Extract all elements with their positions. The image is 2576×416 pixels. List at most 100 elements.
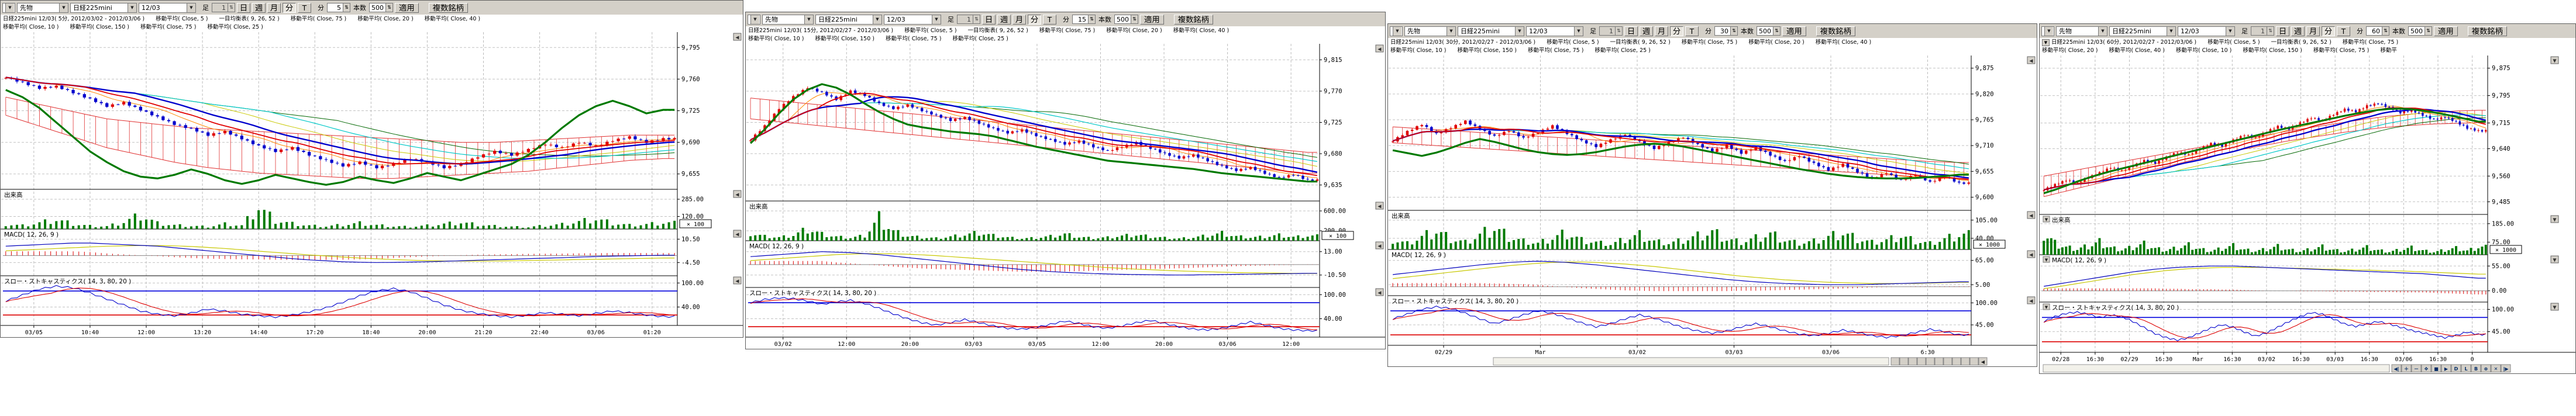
scroll-page-button[interactable] xyxy=(1891,358,1899,365)
period-month-button[interactable]: 月 xyxy=(1013,15,1026,25)
bar-count-stepper[interactable]: 500⇅ xyxy=(2408,26,2432,36)
chart-plot: 02/29Mar03/0203/0303/066:309,8759,8209,7… xyxy=(1388,56,2037,366)
period-day-button[interactable]: 日 xyxy=(2276,26,2289,36)
contract-select[interactable]: 12/03▼ xyxy=(884,15,941,25)
svg-text:20:00: 20:00 xyxy=(901,341,919,348)
svg-text:13.00: 13.00 xyxy=(1324,248,1342,255)
scroll-page-button[interactable] xyxy=(1926,358,1934,365)
period-minute-button[interactable]: 分 xyxy=(1670,26,1683,36)
legend-line-1: 日経225mini 12/03( 15分, 2012/02/27 - 2012/… xyxy=(748,27,1385,35)
svg-text:◀: ◀ xyxy=(2029,58,2033,64)
period-tick-button[interactable]: T xyxy=(1043,15,1056,25)
quick-select-dropdown[interactable]: ▼ xyxy=(748,15,760,25)
period-day-button[interactable]: 日 xyxy=(982,15,996,25)
period-month-button[interactable]: 月 xyxy=(1655,26,1668,36)
chevron-down-icon: ▼ xyxy=(2226,27,2234,36)
svg-text:◀: ◀ xyxy=(735,35,739,40)
collapse-section-icon[interactable]: ▼ xyxy=(2042,39,2050,46)
h-scrollbar[interactable] xyxy=(2043,365,2389,372)
period-month-button[interactable]: 月 xyxy=(2306,26,2320,36)
svg-text:9,765: 9,765 xyxy=(1975,117,1994,124)
svg-text:20:00: 20:00 xyxy=(418,330,436,336)
svg-text:03/02: 03/02 xyxy=(2258,356,2275,363)
scroll-page-button[interactable] xyxy=(1961,358,1969,365)
toolbar: ▼ 先物▼ 日経225mini▼ 12/03▼ 足 1⇅ 日 週 月 分 T 分… xyxy=(1,1,743,15)
period-week-button[interactable]: 週 xyxy=(2291,26,2305,36)
scroll-page-button[interactable] xyxy=(1970,358,1978,365)
period-tick-button[interactable]: T xyxy=(1685,26,1699,36)
scroll-page-button[interactable] xyxy=(1944,358,1952,365)
apply-button[interactable]: 適用 xyxy=(1782,26,1806,36)
contract-select[interactable]: 12/03▼ xyxy=(139,3,196,13)
multi-symbol-button[interactable]: 複数銘柄 xyxy=(2468,26,2507,36)
minute-stepper[interactable]: 5⇅ xyxy=(327,3,350,12)
svg-text:40.00: 40.00 xyxy=(1324,316,1342,323)
svg-text:03/06: 03/06 xyxy=(1822,349,1840,356)
quick-select-dropdown[interactable]: ▼ xyxy=(1390,26,1403,36)
period-week-button[interactable]: 週 xyxy=(997,15,1011,25)
period-minute-button[interactable]: 分 xyxy=(2322,26,2335,36)
apply-button[interactable]: 適用 xyxy=(395,3,419,13)
h-scrollbar[interactable] xyxy=(1493,358,1889,365)
bar-count-stepper[interactable]: 500⇅ xyxy=(1114,15,1138,24)
bar-count-label: 本数 xyxy=(2392,26,2405,36)
symbol-select[interactable]: 日経225mini▼ xyxy=(1458,26,1524,36)
bar-size-stepper: 1⇅ xyxy=(2251,26,2274,36)
chart-legend: ▼日経225mini 12/03( 60分, 2012/02/27 - 2012… xyxy=(2040,38,2575,56)
instrument-type-select[interactable]: 先物▼ xyxy=(2056,26,2107,36)
period-week-button[interactable]: 週 xyxy=(252,3,266,13)
scroll-page-button[interactable] xyxy=(1917,358,1926,365)
period-tick-button[interactable]: T xyxy=(2337,26,2350,36)
svg-text:9,600: 9,600 xyxy=(1975,194,1994,201)
bar-count-stepper[interactable]: 500⇅ xyxy=(1757,26,1781,36)
contract-select[interactable]: 12/03▼ xyxy=(1526,26,1583,36)
spinner-icon: ⇅ xyxy=(1773,27,1780,35)
period-tick-button[interactable]: T xyxy=(298,3,311,13)
svg-text:03/06: 03/06 xyxy=(2395,356,2412,363)
spinner-icon: ⇅ xyxy=(1615,27,1622,35)
svg-text:16:30: 16:30 xyxy=(2429,356,2447,363)
contract-value: 12/03 xyxy=(2181,27,2199,35)
legend-line-2: 移動平均( Close, 20 ) 移動平均( Close, 40 ) 移動平均… xyxy=(2042,47,2575,55)
instrument-type-select[interactable]: 先物▼ xyxy=(1404,26,1456,36)
symbol-value: 日経225mini xyxy=(818,15,857,24)
apply-button[interactable]: 適用 xyxy=(1140,15,1164,25)
symbol-select[interactable]: 日経225mini▼ xyxy=(70,3,137,13)
period-day-button[interactable]: 日 xyxy=(1624,26,1638,36)
quick-select-dropdown[interactable]: ▼ xyxy=(2,3,15,13)
svg-text:100.00: 100.00 xyxy=(681,280,704,287)
scroll-page-button[interactable] xyxy=(1935,358,1943,365)
minute-stepper[interactable]: 60⇅ xyxy=(2366,26,2389,36)
period-month-button[interactable]: 月 xyxy=(267,3,281,13)
svg-text:100.00: 100.00 xyxy=(1324,292,1346,299)
svg-text:▼: ▼ xyxy=(2553,58,2557,64)
bar-count-stepper[interactable]: 500⇅ xyxy=(369,3,393,12)
svg-text:■: ■ xyxy=(2434,366,2439,372)
scroll-page-button[interactable] xyxy=(1900,358,1908,365)
multi-symbol-button[interactable]: 複数銘柄 xyxy=(1816,26,1855,36)
svg-text:75.00: 75.00 xyxy=(2492,239,2510,246)
multi-symbol-button[interactable]: 複数銘柄 xyxy=(1174,15,1213,25)
period-day-button[interactable]: 日 xyxy=(237,3,250,13)
quick-select-dropdown[interactable]: ▼ xyxy=(2041,26,2054,36)
multi-symbol-button[interactable]: 複数銘柄 xyxy=(429,3,468,13)
chart-window-1: ▼ 先物▼ 日経225mini▼ 12/03▼ 足 1⇅ 日 週 月 分 T 分… xyxy=(0,0,743,338)
period-minute-button[interactable]: 分 xyxy=(283,3,296,13)
bar-count-label: 本数 xyxy=(1741,26,1754,36)
apply-button[interactable]: 適用 xyxy=(2434,26,2458,36)
period-week-button[interactable]: 週 xyxy=(1640,26,1653,36)
contract-select[interactable]: 12/03 ▼ xyxy=(2178,26,2235,36)
svg-text:L: L xyxy=(2464,366,2467,372)
minute-stepper[interactable]: 15⇅ xyxy=(1072,15,1096,24)
section-title: MACD( 12, 26, 9 ) xyxy=(1392,252,1446,259)
symbol-select[interactable]: 日経225mini▼ xyxy=(815,15,882,25)
scroll-page-button[interactable] xyxy=(1909,358,1917,365)
scroll-page-button[interactable] xyxy=(1952,358,1961,365)
chevron-down-icon: ▼ xyxy=(932,15,941,24)
minute-stepper[interactable]: 30⇅ xyxy=(1714,26,1738,36)
svg-text:▼: ▼ xyxy=(2553,305,2557,310)
instrument-type-select[interactable]: 先物▼ xyxy=(17,3,68,13)
period-minute-button[interactable]: 分 xyxy=(1028,15,1041,25)
instrument-type-select[interactable]: 先物▼ xyxy=(762,15,814,25)
symbol-select[interactable]: 日経225mini▼ xyxy=(2109,26,2176,36)
